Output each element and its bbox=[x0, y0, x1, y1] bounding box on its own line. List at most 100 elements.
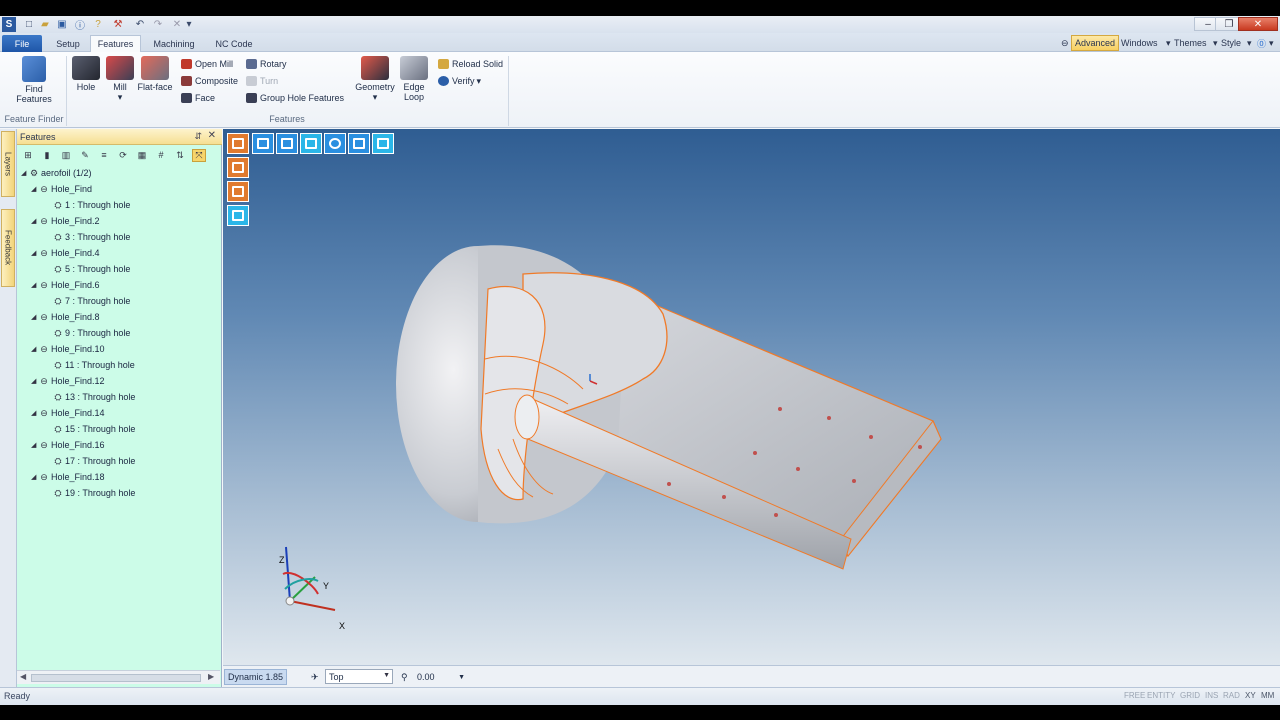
scrollbar-thumb[interactable] bbox=[31, 674, 201, 682]
geometry-dropdown-icon[interactable]: ▾ bbox=[373, 92, 378, 102]
face-button[interactable]: Face bbox=[181, 91, 215, 105]
tree-group-8[interactable]: ◢ ⊖ Hole_Find.16 bbox=[31, 438, 105, 452]
edge-loop-button[interactable]: Edge Loop bbox=[399, 56, 429, 102]
tree-feature-6[interactable]: ⛭ 13 : Through hole bbox=[53, 390, 135, 404]
help-icon[interactable]: ? bbox=[91, 17, 105, 32]
customize-icon[interactable]: ▾ bbox=[184, 17, 194, 32]
status-entity[interactable]: ENTITY bbox=[1147, 691, 1175, 700]
hole-button[interactable]: Hole bbox=[72, 56, 100, 92]
tree-feature-0[interactable]: ⛭ 1 : Through hole bbox=[53, 198, 130, 212]
composite-button[interactable]: Composite bbox=[181, 74, 238, 88]
tree-feature-7[interactable]: ⛭ 15 : Through hole bbox=[53, 422, 135, 436]
find-features-button[interactable]: Find Features bbox=[12, 56, 56, 104]
sort-icon[interactable]: ⇅ bbox=[173, 149, 187, 162]
dynamic-zoom-readout[interactable]: Dynamic 1.85 bbox=[224, 669, 288, 685]
close-button[interactable]: ✕ bbox=[1238, 17, 1278, 31]
windows-menu[interactable]: Windows bbox=[1121, 35, 1158, 51]
collapse-arrow-icon[interactable]: ◢ bbox=[31, 249, 39, 257]
scroll-left-icon[interactable]: ◀ bbox=[20, 672, 26, 681]
tree-collapse-icon[interactable]: ▮ bbox=[40, 149, 54, 162]
group-hole-features-button[interactable]: Group Hole Features bbox=[246, 91, 344, 105]
flat-face-button[interactable]: Flat-face bbox=[137, 56, 173, 92]
collapse-arrow-icon[interactable]: ◢ bbox=[31, 313, 39, 321]
app-logo-icon[interactable]: S bbox=[2, 17, 16, 32]
hash-icon[interactable]: # bbox=[154, 149, 168, 162]
view-select[interactable]: Top ▼ bbox=[325, 669, 393, 684]
stack-icon[interactable]: ≡ bbox=[97, 149, 111, 162]
grid-icon[interactable]: ▦ bbox=[135, 149, 149, 162]
value-field[interactable]: 0.00 ▼ bbox=[417, 669, 465, 685]
scroll-right-icon[interactable]: ▶ bbox=[208, 672, 214, 681]
status-grid[interactable]: GRID bbox=[1180, 691, 1200, 700]
tree-expand-icon[interactable]: ⊞ bbox=[21, 149, 35, 162]
turn-button[interactable]: Turn bbox=[246, 74, 278, 88]
undo-icon[interactable]: ↶ bbox=[133, 17, 147, 32]
tree-group-6[interactable]: ◢ ⊖ Hole_Find.12 bbox=[31, 374, 105, 388]
tree-feature-5[interactable]: ⛭ 11 : Through hole bbox=[53, 358, 134, 372]
tab-nc-code[interactable]: NC Code bbox=[208, 35, 260, 52]
themes-menu-arrow-icon[interactable]: ▾ bbox=[1166, 35, 1171, 51]
tree-feature-9[interactable]: ⛭ 19 : Through hole bbox=[53, 486, 135, 500]
tab-file[interactable]: File bbox=[2, 35, 42, 52]
open-mill-button[interactable]: Open Mill bbox=[181, 57, 233, 71]
collapse-arrow-icon[interactable]: ◢ bbox=[31, 473, 39, 481]
reload-solid-button[interactable]: Reload Solid bbox=[438, 57, 503, 71]
collapse-arrow-icon[interactable]: ◢ bbox=[31, 409, 39, 417]
status-mm[interactable]: MM bbox=[1261, 691, 1274, 700]
redo-icon[interactable]: ↷ bbox=[151, 17, 165, 32]
tree-filter-icon[interactable]: ▥ bbox=[59, 149, 73, 162]
status-ins[interactable]: INS bbox=[1205, 691, 1218, 700]
style-menu[interactable]: Style bbox=[1221, 35, 1241, 51]
info-icon[interactable]: ⓘ bbox=[73, 17, 87, 32]
collapse-arrow-icon[interactable]: ◢ bbox=[31, 217, 39, 225]
collapse-arrow-icon[interactable]: ◢ bbox=[31, 345, 39, 353]
tree-feature-2[interactable]: ⛭ 5 : Through hole bbox=[53, 262, 130, 276]
delete-icon[interactable]: ✕ bbox=[170, 17, 184, 32]
mill-dropdown-icon[interactable]: ▾ bbox=[118, 92, 123, 102]
pin-icon[interactable]: ⇵ bbox=[194, 131, 202, 142]
tab-machining[interactable]: Machining bbox=[147, 35, 201, 52]
collapse-arrow-icon[interactable]: ◢ bbox=[31, 185, 39, 193]
collapse-arrow-icon[interactable]: ◢ bbox=[31, 281, 39, 289]
tree-feature-4[interactable]: ⛭ 9 : Through hole bbox=[53, 326, 130, 340]
style-menu-arrow-icon[interactable]: ▾ bbox=[1213, 35, 1218, 51]
verify-dropdown-icon[interactable]: ▾ bbox=[477, 76, 482, 87]
tab-features[interactable]: Features bbox=[90, 35, 141, 52]
new-icon[interactable]: □ bbox=[22, 17, 36, 32]
collapse-arrow-icon[interactable]: ◢ bbox=[31, 377, 39, 385]
refresh-icon[interactable]: ⟳ bbox=[116, 149, 130, 162]
tree-feature-8[interactable]: ⛭ 17 : Through hole bbox=[53, 454, 135, 468]
status-xy[interactable]: XY bbox=[1245, 691, 1256, 700]
style-arrow-icon[interactable]: ▾ bbox=[1247, 35, 1252, 51]
3d-viewport[interactable]: Z Y X bbox=[223, 129, 1280, 665]
rotary-button[interactable]: Rotary bbox=[246, 57, 287, 71]
tree-feature-1[interactable]: ⛭ 3 : Through hole bbox=[53, 230, 130, 244]
panel-horizontal-scrollbar[interactable]: ◀ ▶ bbox=[17, 670, 220, 684]
tree-group-0[interactable]: ◢ ⊖ Hole_Find bbox=[31, 182, 92, 196]
tab-setup[interactable]: Setup bbox=[48, 35, 88, 52]
themes-menu[interactable]: Themes bbox=[1174, 35, 1207, 51]
tree-root[interactable]: ◢ ⚙ aerofoil (1/2) bbox=[21, 166, 92, 180]
close-panel-icon[interactable]: ✕ bbox=[208, 130, 216, 141]
edit-feature-icon[interactable]: ✎ bbox=[78, 149, 92, 162]
collapse-ribbon-icon[interactable]: ⊖ bbox=[1061, 35, 1069, 51]
tree-group-4[interactable]: ◢ ⊖ Hole_Find.8 bbox=[31, 310, 100, 324]
advanced-button[interactable]: Advanced bbox=[1071, 35, 1120, 51]
tree-group-9[interactable]: ◢ ⊖ Hole_Find.18 bbox=[31, 470, 105, 484]
status-rad[interactable]: RAD bbox=[1223, 691, 1240, 700]
tree-group-7[interactable]: ◢ ⊖ Hole_Find.14 bbox=[31, 406, 105, 420]
tree-group-3[interactable]: ◢ ⊖ Hole_Find.6 bbox=[31, 278, 100, 292]
collapse-arrow-icon[interactable]: ◢ bbox=[31, 441, 39, 449]
collapse-arrow-icon[interactable]: ◢ bbox=[21, 169, 29, 177]
geometry-button[interactable]: Geometry ▾ bbox=[354, 56, 396, 102]
ribbon-menu-icon[interactable]: ▾ bbox=[1269, 35, 1274, 51]
feedback-tab[interactable]: Feedback bbox=[1, 209, 15, 287]
tools-icon[interactable]: ⚒ bbox=[109, 17, 127, 32]
tree-group-2[interactable]: ◢ ⊖ Hole_Find.4 bbox=[31, 246, 100, 260]
tree-group-1[interactable]: ◢ ⊖ Hole_Find.2 bbox=[31, 214, 100, 228]
mill-button[interactable]: Mill ▾ bbox=[106, 56, 134, 102]
layers-tab[interactable]: Layers bbox=[1, 131, 15, 197]
save-icon[interactable]: ▣ bbox=[55, 17, 69, 32]
select-icon[interactable]: ⤧ bbox=[192, 148, 206, 162]
tree-group-5[interactable]: ◢ ⊖ Hole_Find.10 bbox=[31, 342, 105, 356]
